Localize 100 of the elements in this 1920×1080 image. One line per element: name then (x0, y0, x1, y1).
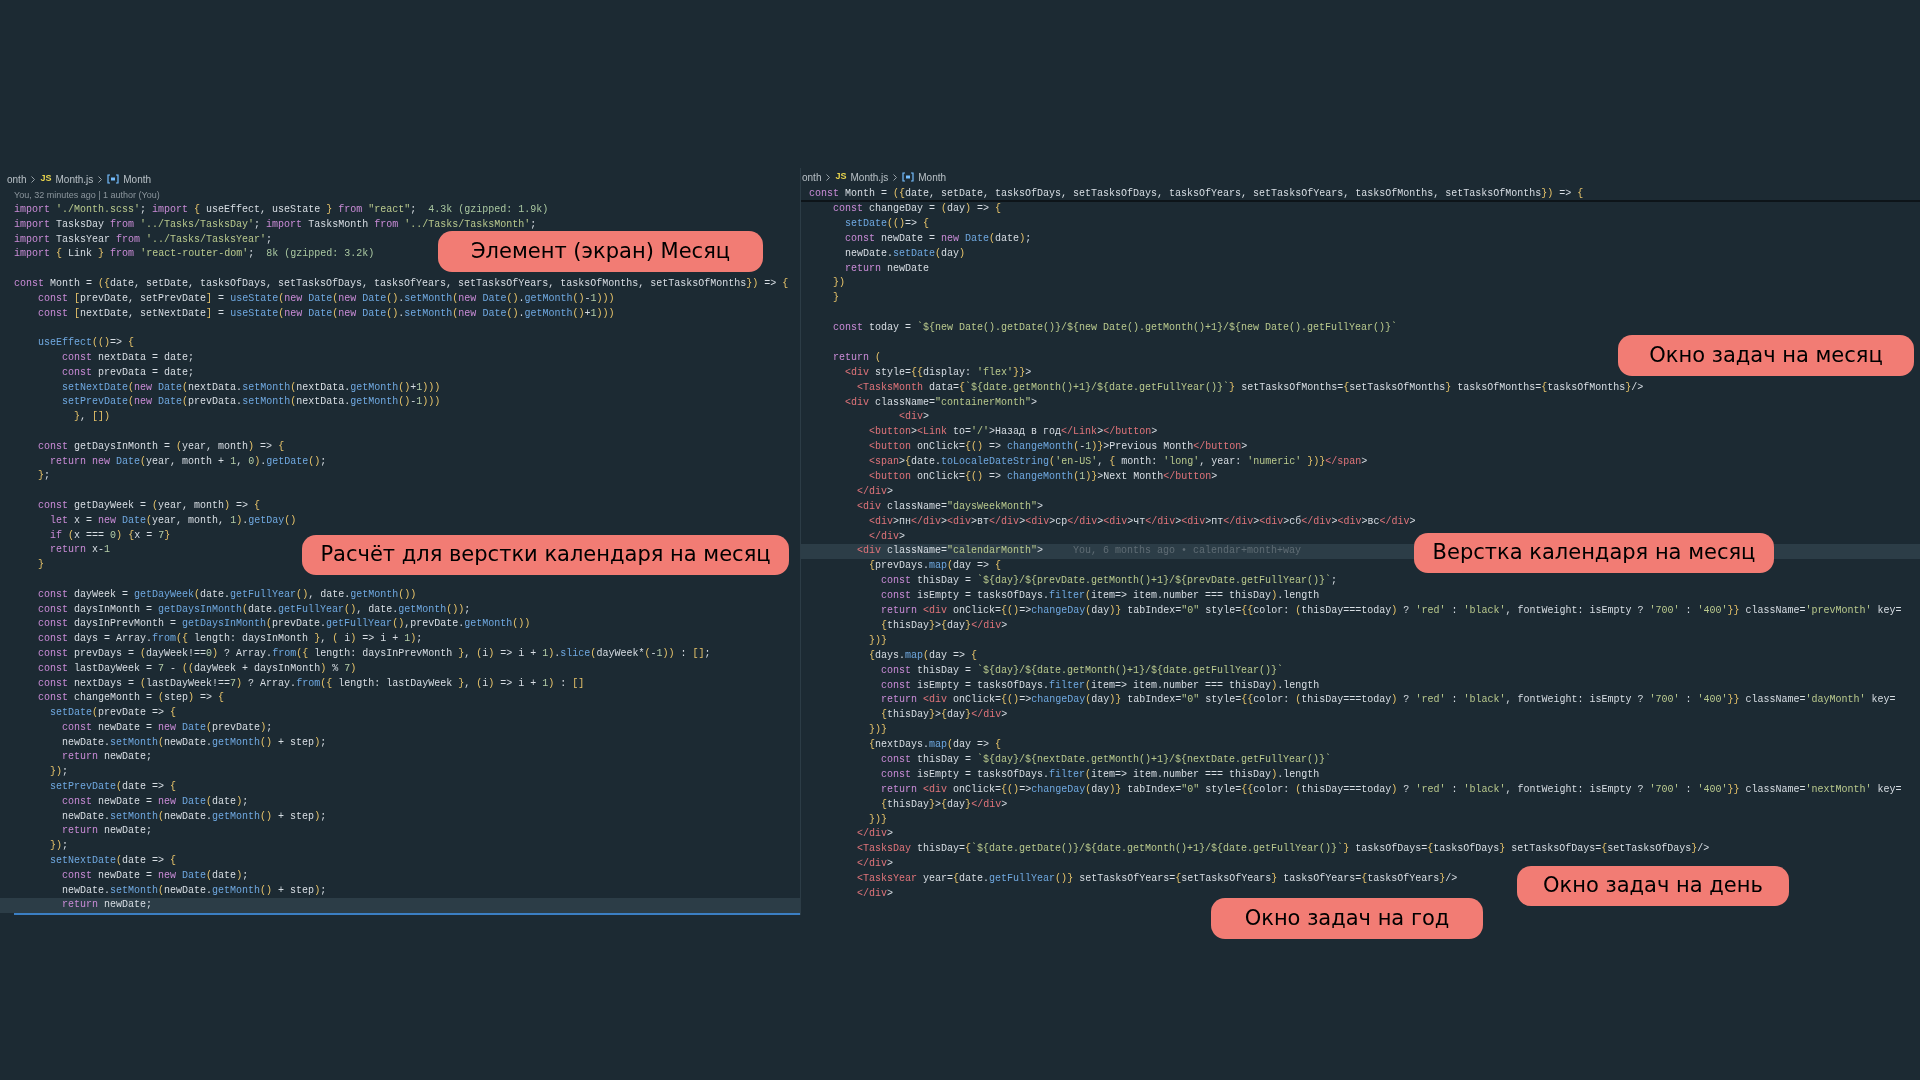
variable-symbol-icon (107, 174, 120, 184)
variable-symbol-icon (902, 172, 915, 182)
sticky-code-line: const Month = ({date, setDate, tasksOfDays, setTasksOfDays, tasksOfYears, setTasksOfYears, tasksOfMonths, setTasksOfMonths}) => { (801, 186, 1920, 202)
code-line: useEffect(()=> { (37, 336, 135, 351)
code-line: const newDate = new Date(date); (61, 868, 249, 883)
code-line: const getDayWeek = (year, month) => { (37, 498, 261, 513)
code-line: import TasksDay from '../Tasks/TasksDay'; import TasksMonth from '../Tasks/TasksMonth'; (14, 217, 537, 232)
code-line: </div> (868, 529, 906, 544)
code-line: return newDate; (61, 750, 153, 765)
code-line: </div> (856, 827, 894, 842)
code-line: const [prevDate, setPrevDate] = useState(new Date(new Date().setMonth(new Date().getMonth()-1))) (37, 291, 615, 306)
code-line: </div> (856, 857, 894, 872)
code-line: setPrevDate(new Date(prevData.setMonth(nextData.getMonth()-1))) (61, 395, 441, 410)
code-line: const lastDayWeek = 7 - ((dayWeek + daysInMonth) % 7) (37, 661, 357, 676)
code-line: import './Month.scss'; import { useEffect, useState } from "react"; (14, 203, 417, 217)
code-line: const prevData = date; (61, 365, 195, 380)
code-line: <div className="calendarMonth"> (856, 544, 1044, 559)
codelens-text[interactable]: You, 32 minutes ago | 1 author (You) (0, 188, 800, 203)
code-line: const isEmpty = tasksOfDays.filter(item=> item.number === thisDay).length (880, 589, 1320, 604)
code-line: }; (37, 469, 51, 484)
code-line: const changeMonth = (step) => { (37, 691, 225, 706)
code-line: </div> (856, 484, 894, 499)
code-line: <button onClick={() => changeMonth(1)}>Next Month</button> (868, 470, 1218, 485)
code-line: {prevDays.map(day => { (868, 559, 1002, 574)
annotation-label: Верстка календаря на месяц (1414, 533, 1774, 573)
code-line: const daysInPrevMonth = getDaysInMonth(prevDate.getFullYear(),prevDate.getMonth()) (37, 617, 531, 632)
code-line: return <div onClick={()=>changeDay(day)} tabIndex="0" style={{color: (thisDay===today) ? 'red' : 'black', fontWeight: isEmpty ? '700' : '400'}} className='prevMonth' key= (880, 604, 1902, 619)
code-line: newDate.setMonth(newDate.getMonth() + step); (61, 883, 327, 898)
code-line: return newDate (844, 261, 930, 276)
inline-hint: 4.3k (gzipped: 1.9k) (428, 203, 549, 217)
code-line: {days.map(day => { (868, 648, 978, 663)
code-line: <div>пн</div><div>вт</div><div>ср</div><div>чт</div><div>пт</div><div>сб</div><div>вс</div> (868, 514, 1416, 529)
breadcrumb-item[interactable]: onth (802, 169, 822, 185)
code-line: const getDaysInMonth = (year, month) => { (37, 439, 285, 454)
code-line: <div className="containerMonth"> (844, 395, 1038, 410)
code-line: return newDate; (61, 898, 153, 913)
code-line: } (832, 291, 840, 306)
code-line: const daysInMonth = getDaysInMonth(date.getFullYear(), date.getMonth()); (37, 602, 471, 617)
code-line: {thisDay}>{day}</div> (880, 618, 1008, 633)
code-line: return ( (832, 350, 882, 365)
annotation-label: Окно задач на год (1211, 898, 1483, 939)
code-line: const newDate = new Date(prevDate); (61, 720, 273, 735)
code-line: <button onClick={() => changeMonth(-1)}>Previous Month</button> (868, 440, 1248, 455)
annotation-label: Расчёт для верстки календаря на месяц (302, 535, 789, 575)
breadcrumb-item[interactable]: Month.js (850, 169, 889, 185)
code-line: const days = Array.from({ length: daysInMonth }, ( i) => i + 1); (37, 632, 423, 647)
file-type-label: JS (835, 170, 847, 184)
code-line: {nextDays.map(day => { (868, 738, 1002, 753)
code-line: if (x === 0) {x = 7} (49, 528, 171, 543)
code-line: const newDate = new Date(date); (844, 231, 1032, 246)
code-line: const nextDays = (lastDayWeek!==7) ? Array.from({ length: lastDayWeek }, (i) => i + 1) : [] (37, 676, 585, 691)
chevron-icon (825, 172, 832, 182)
code-line: return newDate; (61, 824, 153, 839)
code-line: newDate.setMonth(newDate.getMonth() + step); (61, 735, 327, 750)
code-line: })} (868, 633, 888, 648)
code-line: <TasksYear year={date.getFullYear()} setTasksOfYears={setTasksOfYears} tasksOfYears={tasksOfYears}/> (856, 872, 1458, 887)
code-line: const nextData = date; (61, 350, 195, 365)
code-line: <button><Link to='/'>Назад в год</Link></button> (868, 425, 1158, 440)
code-line: } (37, 558, 45, 573)
inline-hint: 8k (gzipped: 3.2k) (266, 247, 375, 262)
code-line: const today = `${new Date().getDate()}/${new Date().getMonth()+1}/${new Date().getFullYear()}` (832, 321, 1398, 336)
code-line: <TasksDay thisDay={`${date.getDate()}/${date.getMonth()+1}/${date.getFullYear()}`} tasksOfDays={tasksOfDays} setTasksOfDays={setTasksOfDays}/> (856, 842, 1710, 857)
breadcrumb-item[interactable]: Month (918, 169, 947, 185)
code-line: })} (868, 812, 888, 827)
code-line: return x-1 (49, 543, 111, 558)
chevron-icon (97, 174, 104, 184)
code-line: const thisDay = `${day}/${prevDate.getMonth()+1}/${prevDate.getFullYear()}`; (880, 574, 1338, 589)
code-line: <div> (898, 410, 930, 425)
annotation-label: Элемент (экран) Месяц (438, 231, 763, 272)
code-line: return <div onClick={()=>changeDay(day)} tabIndex="0" style={{color: (thisDay===today) ? 'red' : 'black', fontWeight: isEmpty ? '700' : '400'}} className='nextMonth' key= (880, 782, 1902, 797)
code-line: return new Date(year, month + 1, 0).getDate(); (49, 454, 327, 469)
chevron-icon (892, 172, 899, 182)
code-line: const prevDays = (dayWeek!==0) ? Array.from({ length: daysInPrevMonth }, (i) => i + 1).slice(dayWeek*(-1)) : []; (37, 646, 711, 661)
code-line: }) (832, 276, 846, 291)
code-line: <TasksMonth data={`${date.getMonth()+1}/${date.getFullYear()}`} setTasksOfMonths={setTasksOfMonths} tasksOfMonths={tasksOfMonths}/> (856, 380, 1644, 395)
breadcrumb-item[interactable]: onth (7, 171, 27, 187)
code-line: let x = new Date(year, month, 1).getDay() (49, 513, 297, 528)
code-line: setDate(()=> { (844, 216, 930, 231)
code-line: const isEmpty = tasksOfDays.filter(item=> item.number === thisDay).length (880, 767, 1320, 782)
code-line: }); (49, 765, 69, 780)
code-line: const thisDay = `${day}/${nextDate.getMonth()+1}/${nextDate.getFullYear()}` (880, 752, 1332, 767)
code-line: setNextDate(date => { (49, 854, 177, 869)
code-line: {thisDay}>{day}</div> (880, 797, 1008, 812)
code-line: newDate.setDate(day) (844, 246, 966, 261)
code-line: const [nextDate, setNextDate] = useState(new Date(new Date().setMonth(new Date().getMonth()+1))) (37, 306, 615, 321)
code-line: setPrevDate(date => { (49, 780, 177, 795)
code-line: {thisDay}>{day}</div> (880, 708, 1008, 723)
code-line: newDate.setMonth(newDate.getMonth() + step); (61, 809, 327, 824)
code-line: return <div onClick={()=>changeDay(day)} tabIndex="0" style={{color: (thisDay===today) ? 'red' : 'black', fontWeight: isEmpty ? '700' : '400'}} className='dayMonth' key= (880, 693, 1896, 708)
code-line: const dayWeek = getDayWeek(date.getFullYear(), date.getMonth()) (37, 587, 417, 602)
breadcrumb-item[interactable]: Month.js (55, 171, 94, 187)
code-line: const thisDay = `${day}/${date.getMonth()+1}/${date.getFullYear()}` (880, 663, 1284, 678)
code-line: const changeDay = (day) => { (832, 202, 1002, 216)
code-line: <div className="daysWeekMonth"> (856, 499, 1044, 514)
code-line: }, []) (73, 410, 111, 425)
code-line: import { Link } from 'react-router-dom'; (14, 247, 255, 262)
code-line: const isEmpty = tasksOfDays.filter(item=> item.number === thisDay).length (880, 678, 1320, 693)
code-line: <div style={{display: 'flex'}}> (844, 365, 1032, 380)
code-line: setNextDate(new Date(nextData.setMonth(nextData.getMonth()+1))) (61, 380, 441, 395)
breadcrumb-item[interactable]: Month (123, 171, 152, 187)
